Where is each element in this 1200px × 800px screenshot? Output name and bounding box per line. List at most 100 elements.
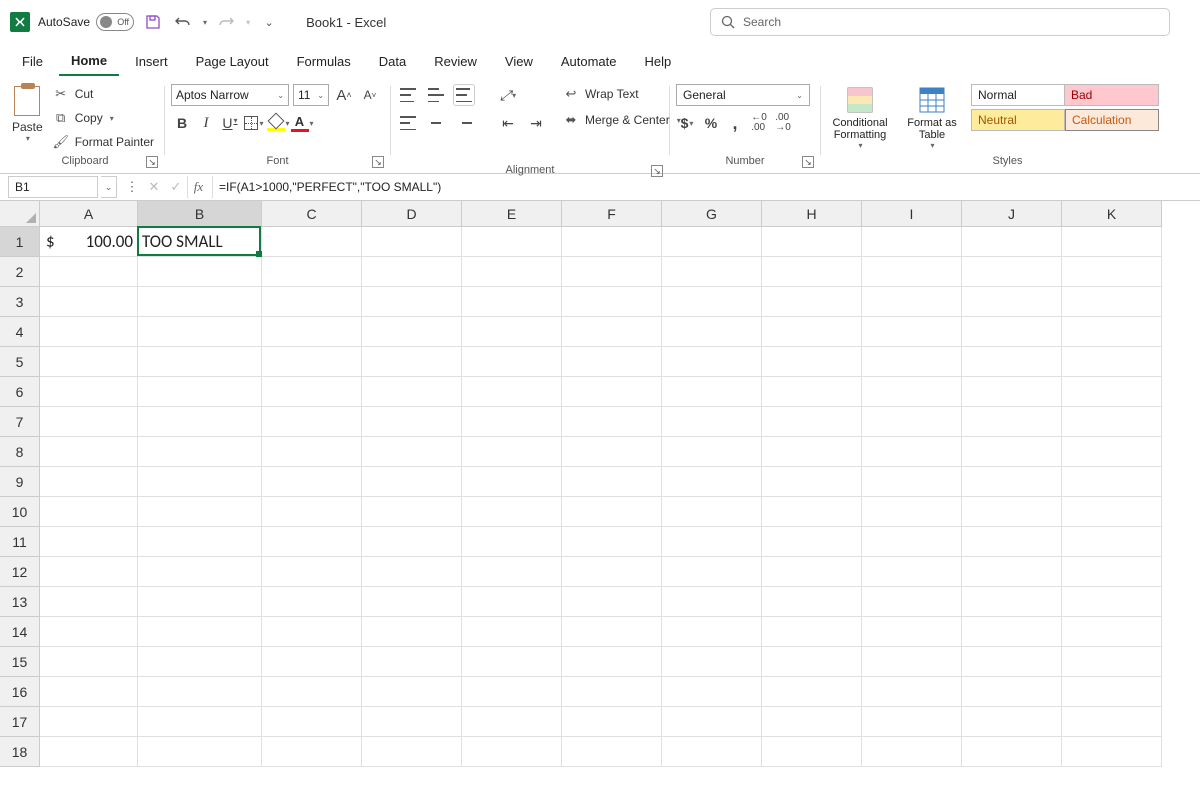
- cell-I3[interactable]: [862, 287, 962, 317]
- decrease-decimal-icon[interactable]: .00→0: [772, 112, 794, 134]
- cell-E13[interactable]: [462, 587, 562, 617]
- cell-A7[interactable]: [40, 407, 138, 437]
- cell-K16[interactable]: [1062, 677, 1162, 707]
- cell-D11[interactable]: [362, 527, 462, 557]
- font-name-select[interactable]: Aptos Narrow⌄: [171, 84, 289, 106]
- qat-customize-icon[interactable]: ⌄: [258, 11, 280, 33]
- cell-F1[interactable]: [562, 227, 662, 257]
- cell-K10[interactable]: [1062, 497, 1162, 527]
- col-header-J[interactable]: J: [962, 201, 1062, 227]
- copy-button[interactable]: ⧉Copy▾: [49, 108, 158, 128]
- cell-J11[interactable]: [962, 527, 1062, 557]
- borders-button[interactable]: ▾: [243, 112, 265, 134]
- cell-D2[interactable]: [362, 257, 462, 287]
- cell-F11[interactable]: [562, 527, 662, 557]
- cell-I16[interactable]: [862, 677, 962, 707]
- cell-I1[interactable]: [862, 227, 962, 257]
- cell-A14[interactable]: [40, 617, 138, 647]
- cell-G15[interactable]: [662, 647, 762, 677]
- cell-D12[interactable]: [362, 557, 462, 587]
- row-header-4[interactable]: 4: [0, 317, 40, 347]
- cell-B9[interactable]: [138, 467, 262, 497]
- cell-K12[interactable]: [1062, 557, 1162, 587]
- cell-F14[interactable]: [562, 617, 662, 647]
- cell-G8[interactable]: [662, 437, 762, 467]
- font-color-button[interactable]: A▾: [291, 112, 313, 134]
- cell-E2[interactable]: [462, 257, 562, 287]
- cell-F13[interactable]: [562, 587, 662, 617]
- cell-I18[interactable]: [862, 737, 962, 767]
- cell-B5[interactable]: [138, 347, 262, 377]
- cell-H4[interactable]: [762, 317, 862, 347]
- cell-C6[interactable]: [262, 377, 362, 407]
- tab-formulas[interactable]: Formulas: [285, 48, 363, 75]
- cell-E3[interactable]: [462, 287, 562, 317]
- align-top-icon[interactable]: [397, 84, 419, 106]
- cell-E14[interactable]: [462, 617, 562, 647]
- cell-I8[interactable]: [862, 437, 962, 467]
- cell-I15[interactable]: [862, 647, 962, 677]
- cell-D17[interactable]: [362, 707, 462, 737]
- tab-file[interactable]: File: [10, 48, 55, 75]
- conditional-formatting-button[interactable]: Conditional Formatting▾: [827, 84, 893, 150]
- cell-E8[interactable]: [462, 437, 562, 467]
- cell-A6[interactable]: [40, 377, 138, 407]
- undo-icon[interactable]: [172, 11, 194, 33]
- cell-H2[interactable]: [762, 257, 862, 287]
- cell-I2[interactable]: [862, 257, 962, 287]
- row-header-1[interactable]: 1: [0, 227, 40, 257]
- cell-J6[interactable]: [962, 377, 1062, 407]
- cell-I7[interactable]: [862, 407, 962, 437]
- cell-B13[interactable]: [138, 587, 262, 617]
- cell-C4[interactable]: [262, 317, 362, 347]
- cell-A3[interactable]: [40, 287, 138, 317]
- cell-F4[interactable]: [562, 317, 662, 347]
- cell-F10[interactable]: [562, 497, 662, 527]
- cell-C11[interactable]: [262, 527, 362, 557]
- row-header-13[interactable]: 13: [0, 587, 40, 617]
- cell-E5[interactable]: [462, 347, 562, 377]
- redo-icon[interactable]: [215, 11, 237, 33]
- cell-H14[interactable]: [762, 617, 862, 647]
- merge-center-button[interactable]: ⬌Merge & Center▾: [559, 110, 685, 130]
- cell-J1[interactable]: [962, 227, 1062, 257]
- underline-button[interactable]: U▾: [219, 112, 241, 134]
- cell-H12[interactable]: [762, 557, 862, 587]
- italic-button[interactable]: I: [195, 112, 217, 134]
- align-left-icon[interactable]: [397, 112, 419, 134]
- number-launcher-icon[interactable]: ↘: [802, 156, 814, 168]
- decrease-indent-icon[interactable]: ⇤: [497, 112, 519, 134]
- cell-A12[interactable]: [40, 557, 138, 587]
- cell-B11[interactable]: [138, 527, 262, 557]
- cell-H17[interactable]: [762, 707, 862, 737]
- row-header-8[interactable]: 8: [0, 437, 40, 467]
- cell-C17[interactable]: [262, 707, 362, 737]
- cell-K3[interactable]: [1062, 287, 1162, 317]
- cell-B16[interactable]: [138, 677, 262, 707]
- wrap-text-button[interactable]: ↩Wrap Text: [559, 84, 685, 104]
- row-header-15[interactable]: 15: [0, 647, 40, 677]
- redo-dropdown[interactable]: ▾: [246, 18, 250, 27]
- cell-J15[interactable]: [962, 647, 1062, 677]
- cell-F18[interactable]: [562, 737, 662, 767]
- row-header-11[interactable]: 11: [0, 527, 40, 557]
- cell-K6[interactable]: [1062, 377, 1162, 407]
- comma-format-button[interactable]: ,: [724, 112, 746, 134]
- cell-C2[interactable]: [262, 257, 362, 287]
- cell-J14[interactable]: [962, 617, 1062, 647]
- cell-D6[interactable]: [362, 377, 462, 407]
- cell-H9[interactable]: [762, 467, 862, 497]
- cell-J18[interactable]: [962, 737, 1062, 767]
- cell-K9[interactable]: [1062, 467, 1162, 497]
- cell-H13[interactable]: [762, 587, 862, 617]
- cell-G16[interactable]: [662, 677, 762, 707]
- cell-G13[interactable]: [662, 587, 762, 617]
- font-launcher-icon[interactable]: ↘: [372, 156, 384, 168]
- cell-B3[interactable]: [138, 287, 262, 317]
- cell-G4[interactable]: [662, 317, 762, 347]
- cell-J12[interactable]: [962, 557, 1062, 587]
- cell-C10[interactable]: [262, 497, 362, 527]
- cell-J10[interactable]: [962, 497, 1062, 527]
- col-header-K[interactable]: K: [1062, 201, 1162, 227]
- cell-E10[interactable]: [462, 497, 562, 527]
